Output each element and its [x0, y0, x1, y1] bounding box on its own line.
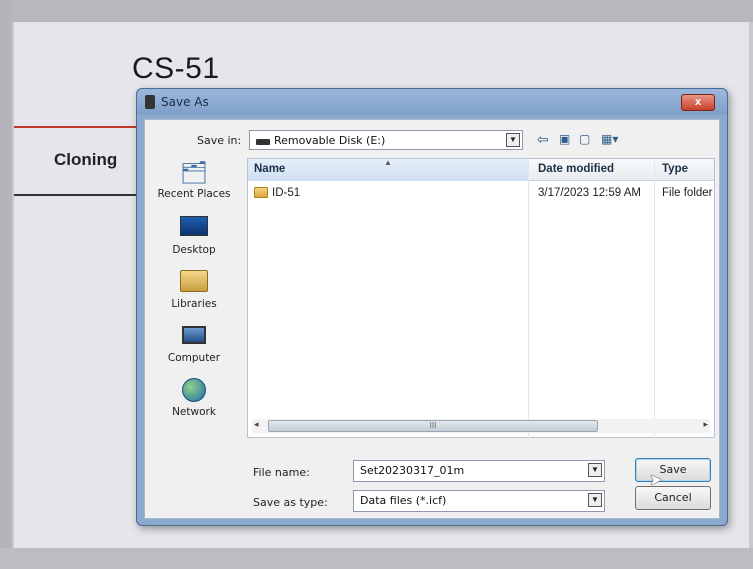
scrollbar-grip: III [429, 421, 437, 430]
file-name-value: Set20230317_01m [360, 464, 465, 477]
save-in-dropdown[interactable]: Removable Disk (E:) ▼ [249, 130, 523, 150]
place-label: Computer [167, 352, 221, 364]
place-label: Network [172, 406, 216, 418]
file-list[interactable]: ▲ Name Date modified Type ID-51 3/17/202… [247, 158, 715, 439]
cancel-button[interactable]: Cancel [635, 486, 711, 510]
row-name: ID-51 [272, 187, 301, 199]
save-as-dialog: Save As x Save in: Removable Disk (E:) ▼… [136, 88, 728, 526]
horizontal-scrollbar[interactable]: ◂ III ▸ [252, 419, 710, 433]
scroll-right-icon[interactable]: ▸ [703, 419, 708, 430]
place-label: Recent Places [157, 188, 231, 200]
dialog-titlebar[interactable]: Save As x [137, 89, 727, 115]
row-type: File folder [662, 187, 713, 199]
chevron-down-icon[interactable]: ▼ [588, 493, 602, 507]
places-bar: 🗂 Recent Places Desktop Libraries Comput… [151, 160, 237, 460]
scrollbar-thumb[interactable]: III [268, 420, 598, 432]
place-label: Libraries [171, 298, 217, 310]
save-as-type-label: Save as type: [253, 496, 328, 509]
monitor-bezel-top [0, 0, 753, 22]
table-row[interactable]: ID-51 3/17/2023 12:59 AM File folder [248, 185, 714, 203]
monitor-bezel-left [0, 0, 12, 569]
accent-divider [14, 126, 144, 128]
mouse-pointer-icon: ➤ [649, 472, 663, 489]
view-menu-icon[interactable]: ▦▾ [601, 132, 618, 146]
dialog-title: Save As [161, 95, 209, 109]
file-list-header: ▲ Name Date modified Type [248, 158, 714, 181]
column-header-date-modified[interactable]: Date modified [538, 163, 614, 175]
row-date-modified: 3/17/2023 12:59 AM [538, 187, 641, 199]
desktop-icon [179, 216, 209, 242]
chevron-down-icon[interactable]: ▼ [506, 133, 520, 147]
new-folder-icon[interactable]: ▢ [579, 132, 590, 146]
save-as-type-dropdown[interactable]: Data files (*.icf) ▼ [353, 490, 605, 512]
removable-disk-icon [256, 139, 270, 145]
recent-places-icon: 🗂 [180, 160, 208, 185]
folder-icon [254, 187, 268, 198]
section-cloning-label: Cloning [54, 150, 118, 169]
save-button[interactable]: Save [635, 458, 711, 482]
up-folder-icon[interactable]: ▣ [559, 132, 570, 146]
place-computer[interactable]: Computer [151, 324, 237, 376]
place-network[interactable]: Network [151, 378, 237, 430]
sort-ascending-icon: ▲ [384, 158, 392, 167]
app-title: CS-51 [132, 52, 220, 85]
scroll-left-icon[interactable]: ◂ [254, 419, 259, 430]
close-icon: x [694, 96, 702, 108]
section-divider [14, 194, 144, 196]
libraries-icon [179, 270, 209, 296]
place-libraries[interactable]: Libraries [151, 270, 237, 322]
computer-icon [179, 324, 209, 350]
place-desktop[interactable]: Desktop [151, 216, 237, 268]
back-arrow-icon[interactable]: ⇦ [537, 132, 549, 146]
save-as-type-value: Data files (*.icf) [360, 494, 447, 507]
monitor-bezel-bottom [0, 548, 753, 569]
dialog-body: Save in: Removable Disk (E:) ▼ ⇦ ▣ ▢ ▦▾ … [144, 119, 720, 519]
place-label: Desktop [172, 244, 216, 256]
file-name-input[interactable]: Set20230317_01m ▼ [353, 460, 605, 482]
place-recent-places[interactable]: 🗂 Recent Places [151, 160, 237, 212]
column-header-name[interactable]: Name [254, 163, 285, 175]
chevron-down-icon[interactable]: ▼ [588, 463, 602, 477]
column-header-type[interactable]: Type [662, 163, 688, 175]
close-button[interactable]: x [681, 94, 715, 111]
save-in-label: Save in: [197, 134, 242, 147]
save-in-value: Removable Disk (E:) [274, 134, 386, 147]
dialog-app-icon [145, 95, 155, 109]
file-name-label: File name: [253, 466, 310, 479]
network-icon [179, 378, 209, 404]
